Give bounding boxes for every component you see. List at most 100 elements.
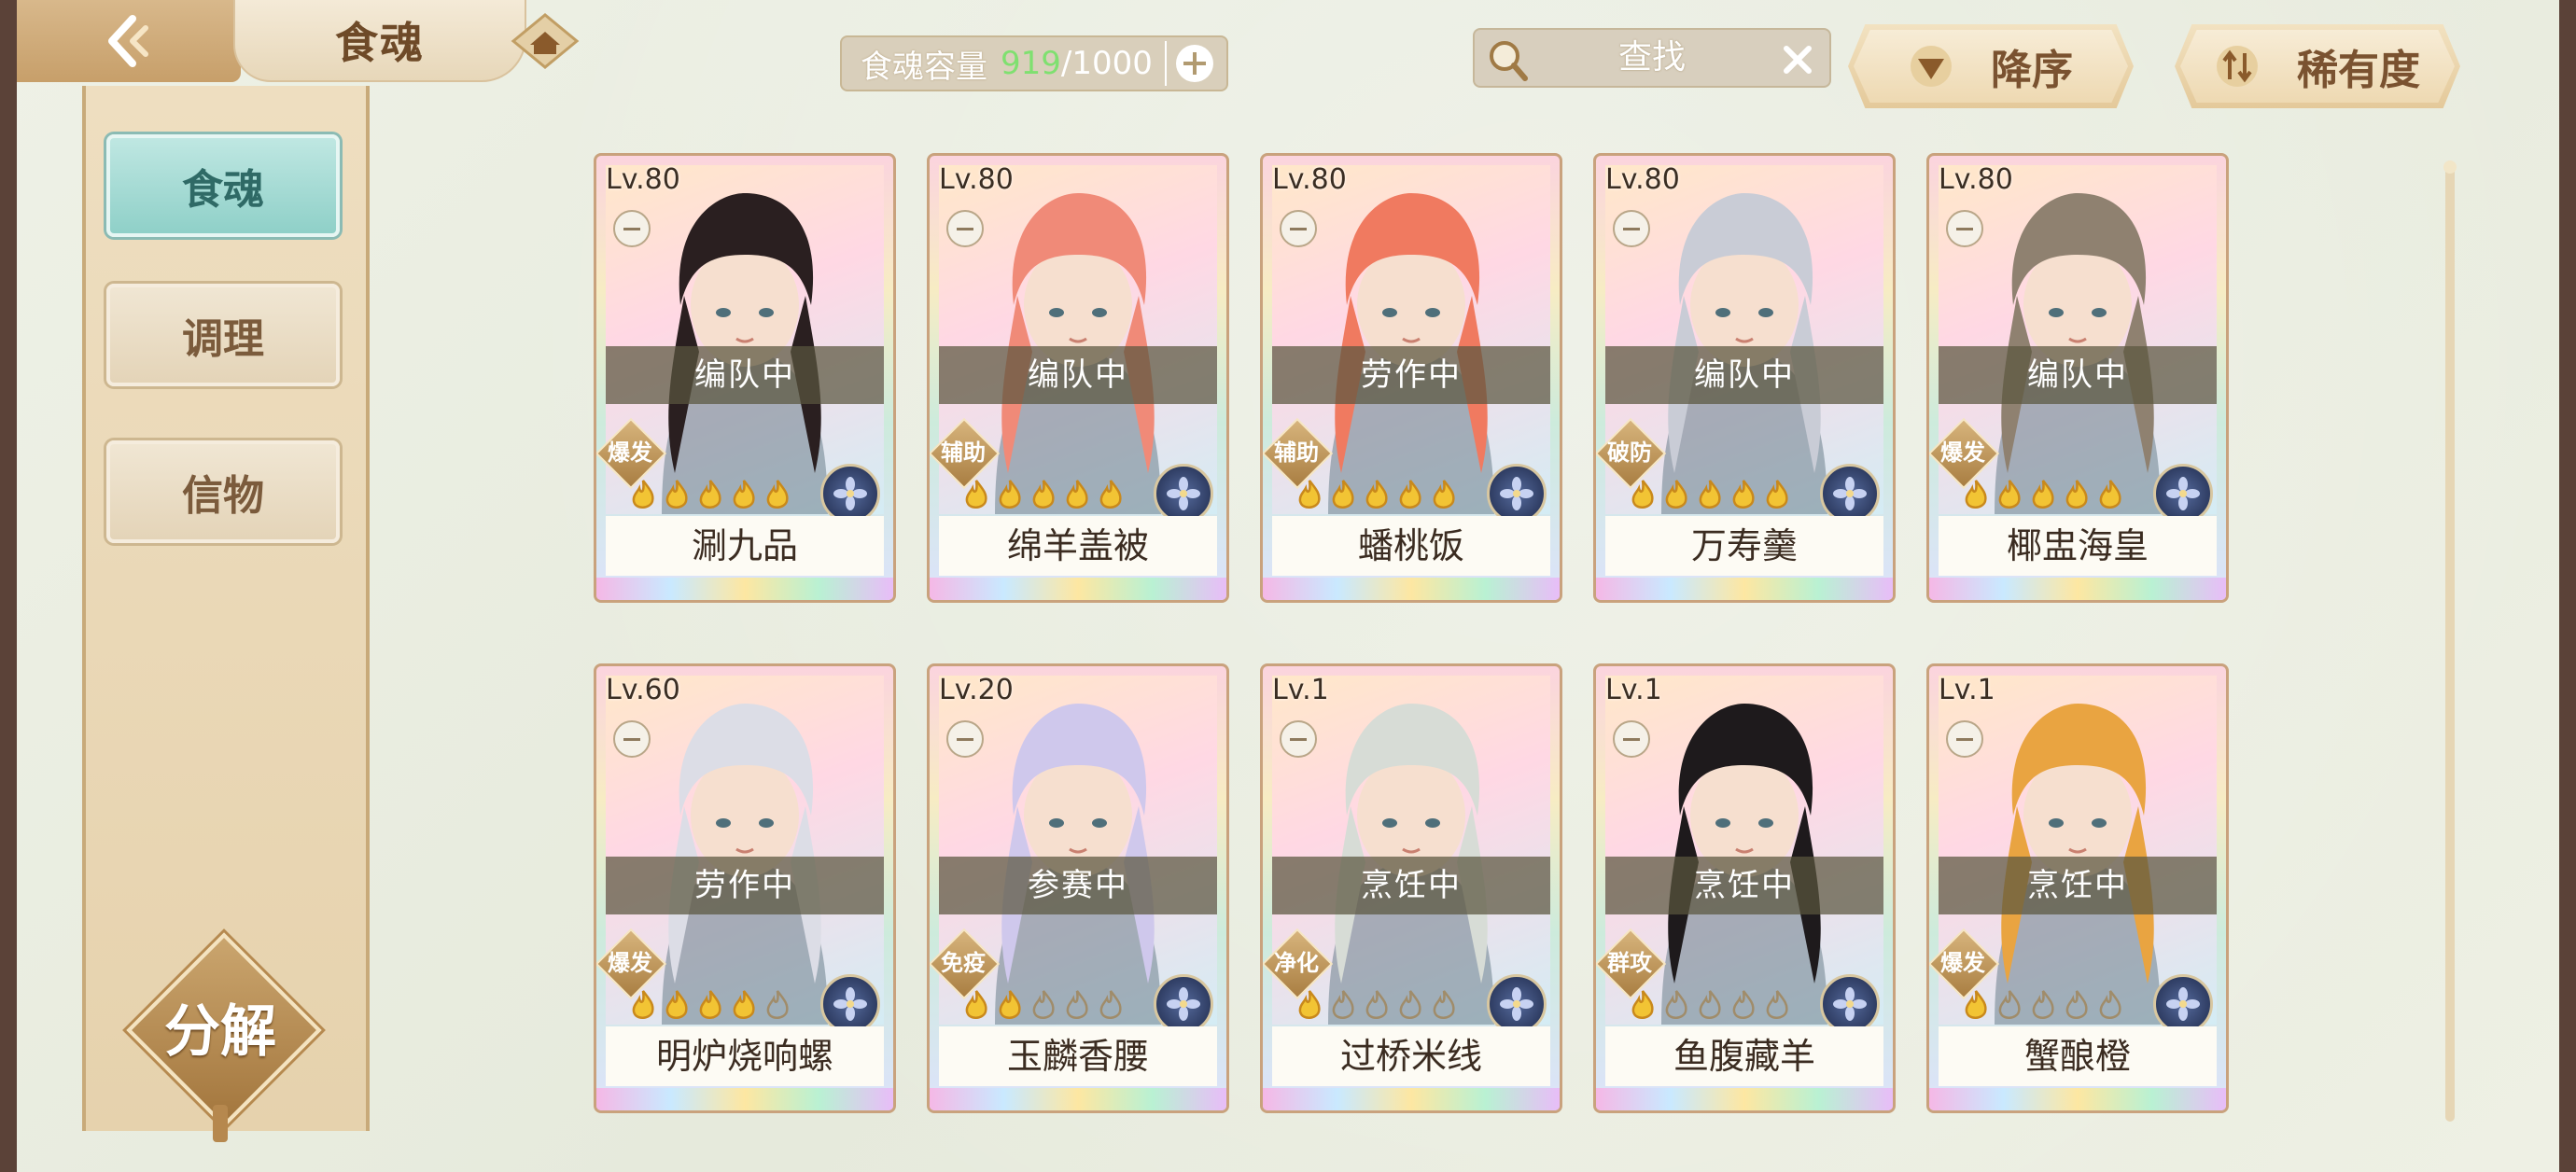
card-name: 蟠桃饭 [1272, 516, 1550, 576]
flame-icon [1066, 990, 1088, 1019]
flame-icon [1066, 480, 1088, 509]
rarity-strip [596, 1088, 893, 1110]
star-rating [1628, 479, 1792, 516]
flame-icon [1099, 480, 1122, 509]
flame-icon [1365, 480, 1388, 509]
rarity-strip [1929, 578, 2226, 600]
scrollbar[interactable] [2443, 160, 2457, 1122]
card-level: Lv.1 [1272, 674, 1329, 706]
sidebar-item-label: 调理 [182, 315, 264, 363]
sidebar-item-conditioning[interactable]: 调理 [106, 284, 340, 386]
star-rating [1295, 479, 1459, 516]
food-soul-card[interactable]: Lv.80 劳作中 辅助 蟠桃饭 [1260, 153, 1562, 603]
flame-icon [699, 480, 721, 509]
deselect-button[interactable] [1946, 720, 1983, 758]
food-soul-card[interactable]: Lv.80 编队中 破防 万寿羹 [1593, 153, 1896, 603]
left-frame [0, 0, 17, 1172]
role-badge: 爆发 [1929, 417, 2000, 490]
role-label: 免疫 [941, 950, 986, 976]
role-label: 爆发 [608, 950, 652, 976]
scrollbar-thumb[interactable] [2443, 160, 2457, 174]
food-soul-card[interactable]: Lv.60 劳作中 爆发 明炉烧响螺 [594, 663, 896, 1113]
close-icon[interactable] [1777, 39, 1818, 80]
card-status: 编队中 [1605, 346, 1883, 404]
card-status: 烹饪中 [1939, 857, 2217, 914]
flame-icon [2032, 990, 2054, 1019]
food-soul-card[interactable]: Lv.1 烹饪中 爆发 蟹酿橙 [1926, 663, 2229, 1113]
flame-icon [965, 480, 987, 509]
flame-icon [1699, 480, 1721, 509]
star-rating [1628, 989, 1792, 1026]
flame-icon [999, 480, 1021, 509]
role-label: 爆发 [1940, 440, 1985, 466]
deselect-button[interactable] [1280, 210, 1317, 247]
deselect-button[interactable] [1613, 210, 1650, 247]
home-button[interactable] [504, 11, 586, 71]
sidebar-item-token[interactable]: 信物 [106, 440, 340, 543]
add-capacity-button[interactable] [1165, 41, 1223, 86]
card-level: Lv.80 [606, 163, 680, 196]
emblem-icon [1487, 464, 1547, 523]
flame-icon [1998, 990, 2021, 1019]
emblem-icon [820, 974, 880, 1034]
flame-icon [1766, 990, 1788, 1019]
card-level: Lv.80 [939, 163, 1014, 196]
card-status: 烹饪中 [1605, 857, 1883, 914]
food-soul-card[interactable]: Lv.80 编队中 爆发 [594, 153, 896, 603]
role-label: 爆发 [608, 440, 652, 466]
flame-icon [1732, 480, 1755, 509]
deselect-button[interactable] [613, 210, 651, 247]
emblem-icon [2153, 464, 2213, 523]
back-button[interactable] [17, 0, 241, 82]
deselect-button[interactable] [613, 720, 651, 758]
card-name: 过桥米线 [1272, 1026, 1550, 1086]
role-badge: 破防 [1596, 417, 1667, 490]
card-name: 鱼腹藏羊 [1605, 1026, 1883, 1086]
flame-icon [766, 480, 789, 509]
emblem-icon [1154, 464, 1213, 523]
flame-icon [1699, 990, 1721, 1019]
emblem-icon [1154, 974, 1213, 1034]
emblem-icon [1487, 974, 1547, 1034]
tassel-ornament [213, 1105, 228, 1142]
role-label: 爆发 [1940, 950, 1985, 976]
card-name: 涮九品 [606, 516, 884, 576]
food-soul-card[interactable]: Lv.1 烹饪中 净化 过桥米线 [1260, 663, 1562, 1113]
flame-icon [1631, 990, 1654, 1019]
flame-icon [1399, 990, 1421, 1019]
sidebar-item-label: 信物 [182, 472, 264, 520]
rarity-strip [1263, 1088, 1560, 1110]
page-title-tab: 食魂 [233, 0, 526, 82]
flame-icon [699, 990, 721, 1019]
sidebar-item-food-soul[interactable]: 食魂 [106, 134, 340, 237]
flame-icon [1298, 480, 1321, 509]
rarity-strip [1263, 578, 1560, 600]
flame-icon [2065, 990, 2088, 1019]
decompose-button[interactable]: 分解 [126, 932, 322, 1142]
emblem-icon [820, 464, 880, 523]
food-soul-card[interactable]: Lv.20 参赛中 免疫 玉麟香腰 [927, 663, 1229, 1113]
food-soul-card[interactable]: Lv.1 烹饪中 群攻 鱼腹藏羊 [1593, 663, 1896, 1113]
deselect-button[interactable] [946, 720, 984, 758]
sort-desc-icon [1911, 46, 1952, 87]
star-rating [628, 989, 792, 1026]
sort-order-button[interactable]: 降序 [1848, 24, 2134, 108]
rarity-strip [596, 578, 893, 600]
deselect-button[interactable] [1613, 720, 1650, 758]
deselect-button[interactable] [1280, 720, 1317, 758]
flame-icon [1631, 480, 1654, 509]
right-frame [2559, 0, 2576, 1172]
search-input[interactable]: 查找 [1473, 28, 1831, 88]
sort-key-button[interactable]: 稀有度 [2175, 24, 2460, 108]
deselect-button[interactable] [946, 210, 984, 247]
flame-icon [999, 990, 1021, 1019]
food-soul-card[interactable]: Lv.80 编队中 爆发 [1926, 153, 2229, 603]
back-arrow-icon [108, 15, 148, 67]
food-soul-card[interactable]: Lv.80 编队中 辅助 绵羊盖被 [927, 153, 1229, 603]
deselect-button[interactable] [1946, 210, 1983, 247]
flame-icon [2065, 480, 2088, 509]
flame-icon [1099, 990, 1122, 1019]
flame-icon [1365, 990, 1388, 1019]
home-icon [511, 13, 580, 69]
card-status: 烹饪中 [1272, 857, 1550, 914]
